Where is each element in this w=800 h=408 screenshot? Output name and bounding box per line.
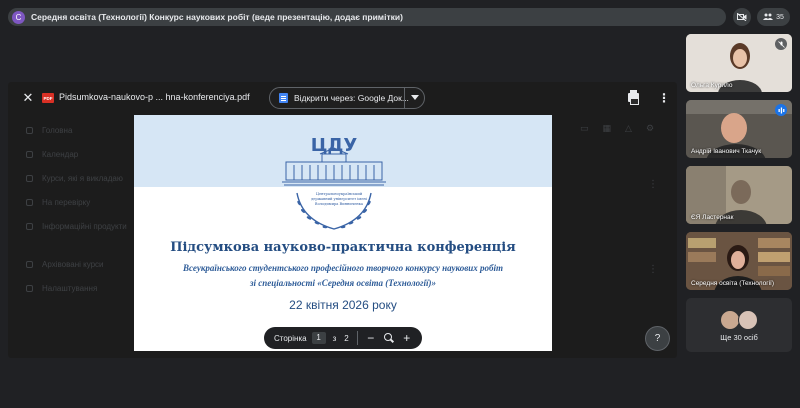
slide-subtitle-1: Всеукраїнського студентського професійно…	[182, 263, 504, 273]
participant-name: Андрій Іванович Ткачук	[691, 148, 762, 155]
open-with-label: Відкрити через: Google Док...	[294, 93, 409, 103]
zoom-in-button[interactable]: +	[402, 331, 412, 345]
meet-screen: С Середня освіта (Технології) Конкурс на…	[0, 0, 800, 408]
participant-tile[interactable]: Середня освіта (Технології)	[686, 232, 792, 290]
logo-caption-line: Центральноукраїнський	[316, 192, 363, 196]
close-viewer-button[interactable]: ✕	[21, 91, 35, 105]
participant-name: Середня освіта (Технології)	[691, 280, 775, 287]
camera-off-icon	[737, 13, 747, 21]
meeting-title-bar[interactable]: С Середня освіта (Технології) Конкурс на…	[8, 8, 726, 26]
slide-subtitle-2: зі спеціальності «Середня освіта (Технол…	[250, 278, 436, 288]
logo-caption-line: Володимира Винниченка	[315, 202, 364, 206]
zoom-out-button[interactable]: −	[366, 331, 376, 345]
help-button[interactable]: ?	[645, 326, 670, 351]
logo-text: ЦДУ	[311, 135, 358, 156]
of-label: з	[332, 333, 337, 343]
page-bar-divider	[356, 331, 358, 345]
participant-tile[interactable]: Ольга Курило	[686, 34, 792, 92]
avatar	[738, 310, 758, 330]
more-options-icon[interactable]: ⋮	[657, 91, 671, 105]
participant-tile[interactable]: Андрій Іванович Ткачук	[686, 100, 792, 158]
presenter-avatar: С	[12, 10, 25, 24]
top-right-controls: 35	[733, 8, 790, 26]
participant-count: 35	[776, 13, 784, 21]
file-name: Pidsumkova-naukovo-p ... hna-konferenciy…	[59, 92, 250, 102]
mic-off-icon	[775, 38, 787, 50]
open-with-divider	[404, 88, 405, 108]
zoom-icon[interactable]	[383, 333, 394, 343]
print-icon[interactable]	[628, 90, 639, 105]
camera-off-button[interactable]	[733, 8, 751, 26]
participant-name: ЄЯ Ластернак	[691, 214, 734, 221]
participants-button[interactable]: 35	[757, 8, 790, 26]
page-label: Сторінка	[274, 333, 307, 343]
logo-caption-line: державний університет імені	[311, 197, 368, 201]
more-participants-tile[interactable]: Ще 30 осіб	[686, 298, 792, 352]
people-icon	[763, 13, 774, 20]
total-pages: 2	[344, 333, 349, 343]
meeting-title: Середня освіта (Технології) Конкурс наук…	[31, 12, 403, 22]
pdf-icon: PDF	[42, 93, 54, 103]
speaking-indicator-icon	[775, 104, 787, 116]
participant-tile[interactable]: ЄЯ Ластернак	[686, 166, 792, 224]
google-docs-icon	[279, 93, 288, 103]
university-logo: ЦДУ Центральноукраїнський державний унів…	[282, 135, 386, 230]
slide-date: 22 квітня 2026 року	[289, 298, 397, 312]
page-navigation-bar: Сторінка 1 з 2 − +	[264, 327, 422, 349]
open-with-button[interactable]: Відкрити через: Google Док...	[269, 87, 425, 109]
avatar	[720, 310, 740, 330]
page-number-input[interactable]: 1	[311, 332, 326, 344]
pdf-page: ЦДУ Центральноукраїнський державний унів…	[134, 115, 552, 351]
chevron-down-icon[interactable]	[411, 95, 419, 100]
slide-title: Підсумкова науково-практична конференція	[170, 240, 516, 255]
more-participants-label: Ще 30 осіб	[720, 333, 758, 342]
participant-name: Ольга Курило	[691, 82, 733, 89]
